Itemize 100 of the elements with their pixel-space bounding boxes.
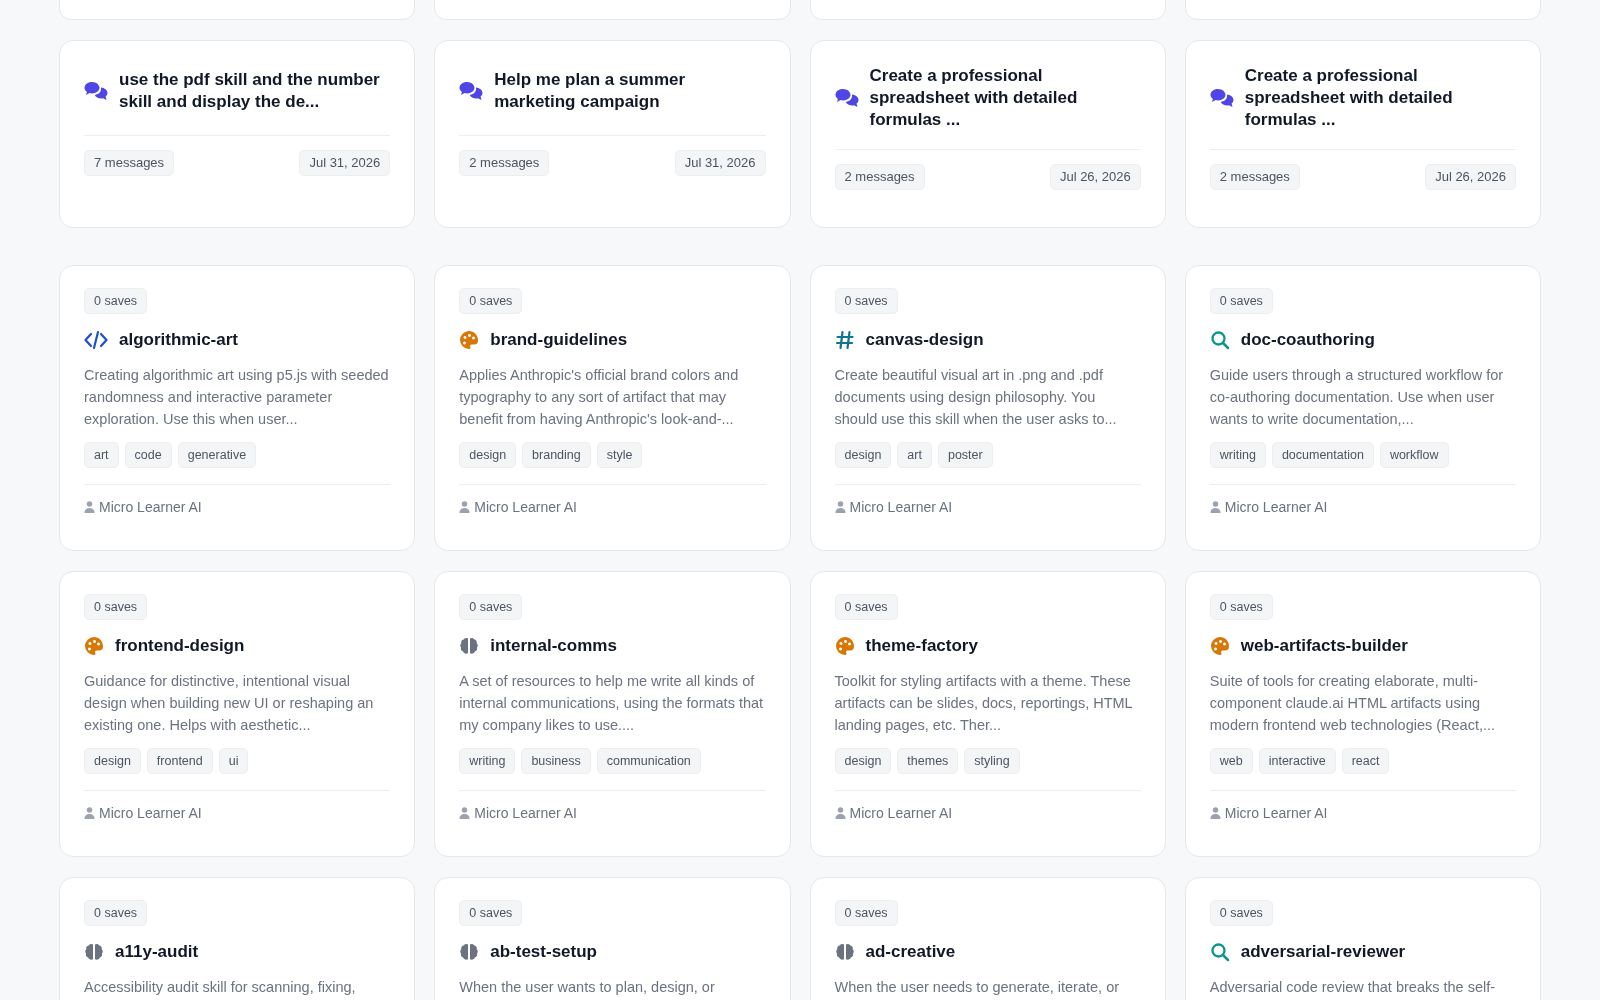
conversation-title: use the pdf skill and the number skill and display the de... xyxy=(119,69,381,113)
skill-card[interactable]: 0 saves frontend-design Guidance for distinctive, intentional visual design when building new UI or reshaping an existing one. Helps with aesthetic... design frontend ui Micro Learner AI xyxy=(59,571,416,857)
tag[interactable]: design xyxy=(84,748,141,774)
tag[interactable]: ui xyxy=(218,748,249,774)
tag[interactable]: styling xyxy=(964,748,1020,774)
conversation-title: Create a professional spreadsheet with detailed formulas ... xyxy=(869,65,1079,131)
palette-icon xyxy=(834,636,855,656)
tag[interactable]: themes xyxy=(897,748,959,774)
chat-icon xyxy=(84,81,108,101)
skill-card[interactable]: 0 saves ad-creative When the user needs to generate, iterate, or xyxy=(809,877,1166,1000)
author-name: Micro Learner AI xyxy=(474,805,577,821)
author-name: Micro Learner AI xyxy=(1224,805,1328,821)
user-icon xyxy=(1209,501,1221,513)
skill-description: Applies Anthropic's official brand colors and typography to any sort of artifact that may benefit from having Anthropic's look-and-... xyxy=(459,366,740,429)
tag[interactable]: code xyxy=(124,442,172,468)
tag[interactable]: style xyxy=(596,442,643,468)
tag[interactable]: design xyxy=(834,442,892,468)
skill-description: When the user needs to generate, iterate, or xyxy=(834,978,1121,997)
skill-card[interactable]: 0 saves adversarial-reviewer Adversarial code review that breaks the self- xyxy=(1184,877,1541,1000)
skill-description: Guidance for distinctive, intentional visual design when building new UI or reshaping an existing one. Helps with aesthetic... xyxy=(84,672,375,735)
user-icon xyxy=(1209,807,1221,819)
message-count: 2 messages xyxy=(1209,164,1300,190)
chat-icon xyxy=(459,81,484,101)
user-icon xyxy=(834,807,846,819)
tag[interactable]: business xyxy=(521,748,591,774)
skill-description: Accessibility audit skill for scanning, fixing, xyxy=(84,978,357,997)
user-icon xyxy=(459,807,471,819)
tag[interactable]: writing xyxy=(459,748,516,774)
author-name: Micro Learner AI xyxy=(849,805,953,821)
brain-icon xyxy=(834,942,855,962)
tag[interactable]: design xyxy=(834,748,892,774)
date-label: Jul 31, 2026 xyxy=(674,150,766,176)
tag[interactable]: frontend xyxy=(146,748,213,774)
skill-name: web-artifacts-builder xyxy=(1240,636,1408,656)
skill-description: When the user wants to plan, design, or xyxy=(459,978,716,997)
conversation-card[interactable]: use the pdf skill and the number skill and display the de... 7 messages Jul 31, 2026 xyxy=(59,40,416,228)
skill-name: ab-test-setup xyxy=(490,942,597,962)
tag[interactable]: react xyxy=(1341,748,1390,774)
tag[interactable]: branding xyxy=(522,442,591,468)
palette-icon xyxy=(459,330,480,350)
tag[interactable]: design xyxy=(459,442,517,468)
tag[interactable]: documentation xyxy=(1271,442,1374,468)
brain-icon xyxy=(459,636,480,656)
skill-description: Creating algorithmic art using p5.js with seeded randomness and interactive parameter exploration. Use this when user... xyxy=(84,366,390,429)
saves-count: 0 saves xyxy=(459,900,523,926)
saves-count: 0 saves xyxy=(834,594,898,620)
saves-count: 0 saves xyxy=(834,288,898,314)
skill-card[interactable]: 0 saves a11y-audit Accessibility audit skill for scanning, fixing, xyxy=(59,877,416,1000)
conversation-card[interactable]: Create a professional spreadsheet with detailed formulas ... 2 messages Jul 26, 2026 xyxy=(1184,40,1541,228)
author-name: Micro Learner AI xyxy=(1224,499,1328,515)
tag[interactable]: communication xyxy=(596,748,701,774)
user-icon xyxy=(84,807,95,819)
code-icon xyxy=(84,330,108,350)
message-count: 2 messages xyxy=(459,150,550,176)
author-name: Micro Learner AI xyxy=(474,499,577,515)
saves-count: 0 saves xyxy=(1209,288,1273,314)
conversation-title: Help me plan a summer marketing campaign xyxy=(494,69,687,113)
skill-card[interactable]: 0 saves theme-factory Toolkit for styling artifacts with a theme. These artifacts can be slides, docs, reportings, HTML landing pages, etc. Ther... design themes styling Micro Learner AI xyxy=(809,571,1166,857)
date-label: Jul 26, 2026 xyxy=(1049,164,1141,190)
saves-count: 0 saves xyxy=(834,900,898,926)
skill-name: ad-creative xyxy=(865,942,956,962)
saves-count: 0 saves xyxy=(84,288,148,314)
skill-card[interactable]: 0 saves internal-comms A set of resources to help me write all kinds of internal communications, using the formats that my company likes to use.... writing business communication Micro Learner AI xyxy=(434,571,791,857)
skill-name: internal-comms xyxy=(490,636,617,656)
tag[interactable]: workflow xyxy=(1379,442,1449,468)
saves-count: 0 saves xyxy=(84,594,148,620)
date-label: Jul 31, 2026 xyxy=(299,150,391,176)
saves-count: 0 saves xyxy=(459,288,523,314)
tag[interactable]: interactive xyxy=(1258,748,1336,774)
message-count: 2 messages xyxy=(834,164,925,190)
brain-icon xyxy=(84,942,104,962)
tag[interactable]: writing xyxy=(1209,442,1266,468)
palette-icon xyxy=(84,636,104,656)
skill-description: Suite of tools for creating elaborate, multi-component claude.ai HTML artifacts using modern frontend web technologies (React,... xyxy=(1209,672,1497,735)
author-name: Micro Learner AI xyxy=(99,805,202,821)
conversation-card[interactable]: Create a professional spreadsheet with detailed formulas ... 2 messages Jul 26, 2026 xyxy=(809,40,1166,228)
skill-card[interactable]: 0 saves doc-coauthoring Guide users through a structured workflow for co-authoring documentation. Use when user wants to write documentation,... writing documentation workflow Micro Learner AI xyxy=(1184,265,1541,551)
conversation-card[interactable]: Help me plan a summer marketing campaign 2 messages Jul 31, 2026 xyxy=(434,40,791,228)
search-icon xyxy=(1209,942,1230,962)
skill-card[interactable]: 0 saves ab-test-setup When the user wants to plan, design, or xyxy=(434,877,791,1000)
skill-card[interactable]: 0 saves brand-guidelines Applies Anthropic's official brand colors and typography to any sort of artifact that may benefit from having Anthropic's look-and-... design branding style Micro Learner AI xyxy=(434,265,791,551)
skill-name: a11y-audit xyxy=(115,942,199,962)
skill-description: A set of resources to help me write all kinds of internal communications, using the formats that my company likes to use.... xyxy=(459,672,765,735)
saves-count: 0 saves xyxy=(1209,594,1273,620)
skill-name: frontend-design xyxy=(115,636,245,656)
chat-icon xyxy=(834,88,859,108)
skill-card[interactable]: 0 saves web-artifacts-builder Suite of tools for creating elaborate, multi-component claude.ai HTML artifacts using modern frontend web technologies (React,... web interactive react Micro Learner AI xyxy=(1184,571,1541,857)
tag[interactable]: generative xyxy=(177,442,257,468)
skill-card[interactable]: 0 saves canvas-design Create beautiful visual art in .png and .pdf documents using design philosophy. You should use this skill when the user asks to... design art poster Micro Learner AI xyxy=(809,265,1166,551)
user-icon xyxy=(834,501,846,513)
skill-name: brand-guidelines xyxy=(490,330,628,350)
tag[interactable]: poster xyxy=(937,442,993,468)
tag[interactable]: art xyxy=(897,442,932,468)
skill-card[interactable]: 0 saves algorithmic-art Creating algorithmic art using p5.js with seeded randomness and interactive parameter exploration. Use this when user... art code generative Micro Learner AI xyxy=(59,265,416,551)
hash-icon xyxy=(834,330,855,350)
author-name: Micro Learner AI xyxy=(849,499,953,515)
skill-name: canvas-design xyxy=(865,330,984,350)
user-icon xyxy=(84,501,95,513)
tag[interactable]: web xyxy=(1209,748,1253,774)
tag[interactable]: art xyxy=(84,442,119,468)
